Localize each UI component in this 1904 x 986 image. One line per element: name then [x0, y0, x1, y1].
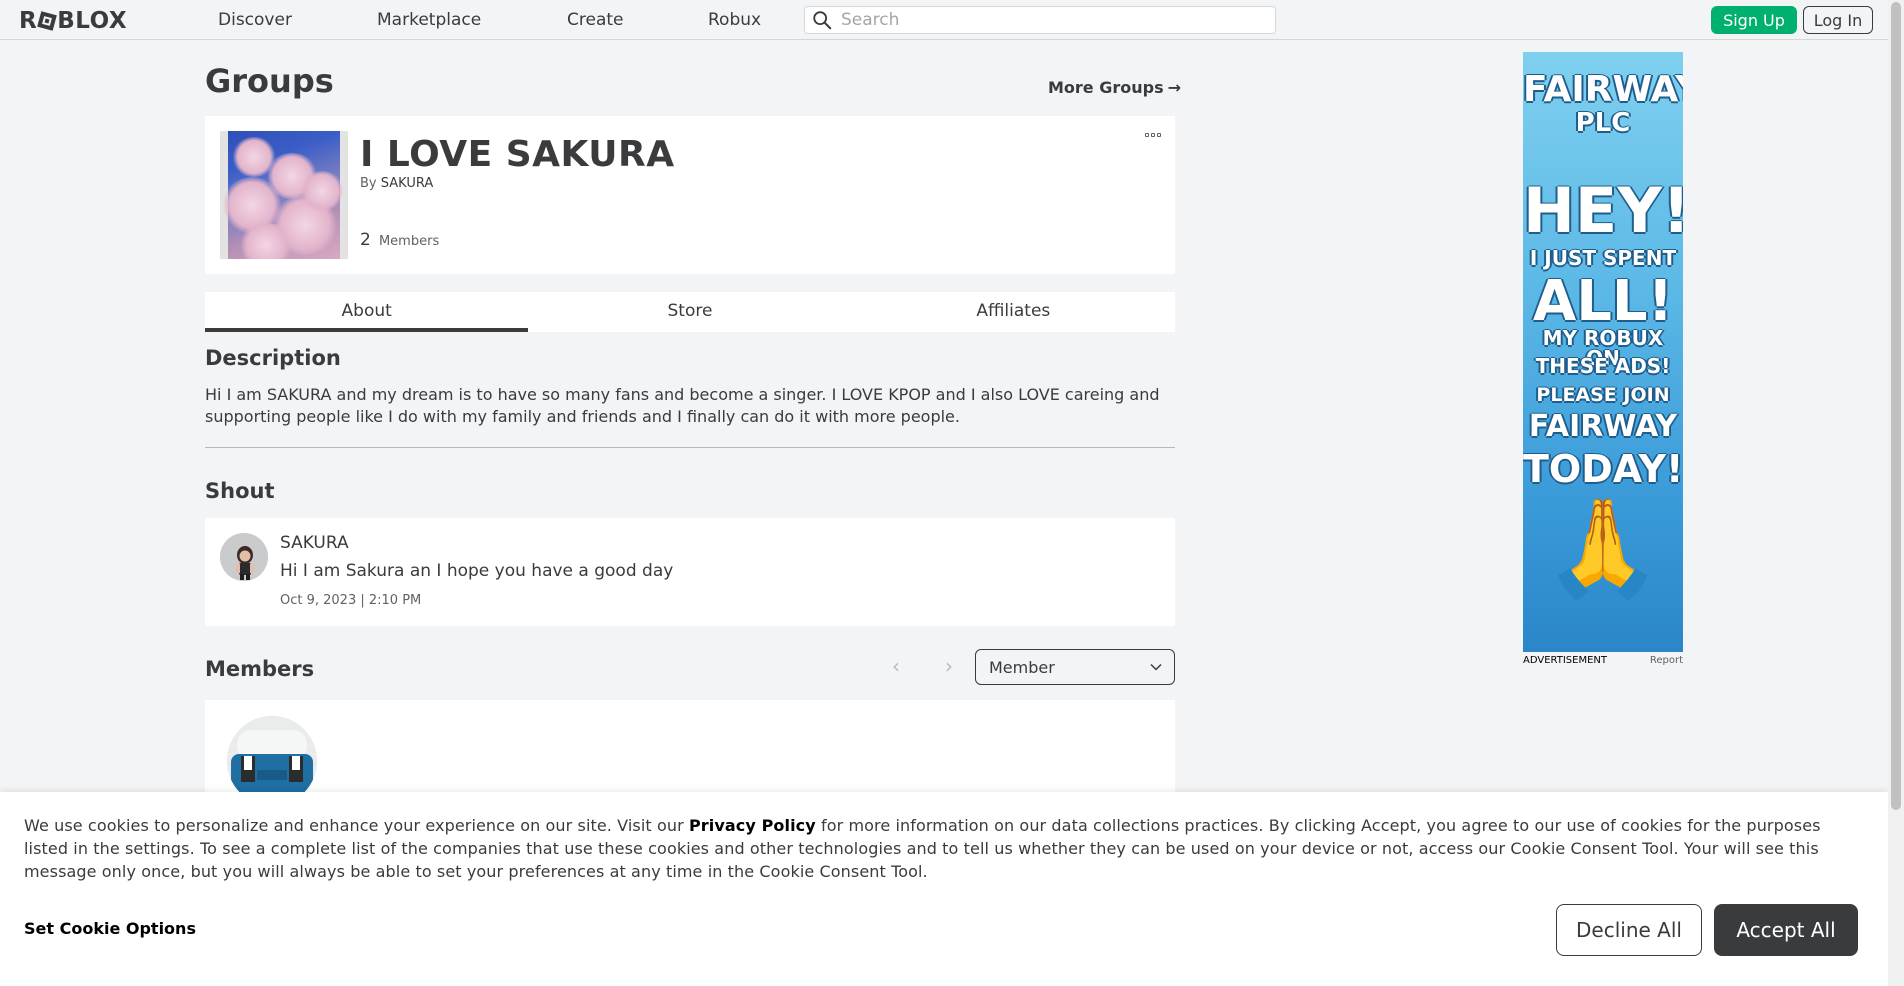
group-emblem-image	[220, 131, 348, 259]
group-header-card: I LOVE SAKURA By SAKURA 2 Members	[205, 116, 1175, 274]
nav-discover[interactable]: Discover	[218, 10, 292, 30]
nav-marketplace[interactable]: Marketplace	[377, 10, 481, 30]
decline-all-button[interactable]: Decline All	[1556, 904, 1702, 956]
cherry-blossom-picture	[222, 131, 344, 259]
nav-robux[interactable]: Robux	[708, 10, 761, 30]
cookie-message: We use cookies to personalize and enhanc…	[24, 814, 1854, 883]
praying-hands-icon: 🙏	[1543, 492, 1663, 604]
top-navigation-bar: R BLOX Discover Marketplace Create Robux…	[0, 0, 1888, 40]
log-in-button[interactable]: Log In	[1803, 6, 1873, 34]
sign-up-button[interactable]: Sign Up	[1711, 6, 1797, 34]
group-owner-line: By SAKURA	[360, 176, 433, 191]
group-description: Hi I am SAKURA and my dream is to have s…	[205, 385, 1160, 426]
shout-card: SAKURA Hi I am Sakura an I hope you have…	[205, 518, 1175, 626]
group-owner-link[interactable]: SAKURA	[381, 176, 433, 191]
chevron-down-icon	[1150, 663, 1162, 671]
by-label: By	[360, 176, 377, 191]
shout-author-name[interactable]: SAKURA	[280, 533, 349, 553]
ad-footer: ADVERTISEMENT Report	[1523, 655, 1683, 666]
cookie-consent-banner: We use cookies to personalize and enhanc…	[0, 792, 1888, 986]
ad-text-line: ALL!	[1532, 269, 1674, 334]
more-groups-label: More Groups	[1048, 78, 1164, 97]
set-cookie-options-link[interactable]: Set Cookie Options	[24, 919, 196, 938]
member-count-number: 2	[360, 230, 371, 250]
tab-store[interactable]: Store	[528, 292, 851, 332]
ad-text-line: THESE ADS!	[1535, 354, 1671, 378]
search-icon	[813, 11, 832, 30]
ad-text-line: PLEASE JOIN	[1536, 384, 1670, 406]
shout-timestamp: Oct 9, 2023 | 2:10 PM	[280, 593, 422, 608]
search-input[interactable]	[841, 10, 1261, 30]
logo-letter-r: R	[19, 8, 38, 34]
ad-text-line: TODAY!	[1523, 447, 1683, 491]
cookie-text-part: We use cookies to personalize and enhanc…	[24, 816, 689, 835]
more-options-icon[interactable]	[1145, 130, 1163, 140]
chevron-right-icon[interactable]: ›	[937, 654, 961, 678]
arrow-right-icon: →	[1167, 78, 1182, 97]
chevron-left-icon[interactable]: ‹	[884, 654, 908, 678]
page-scrollbar[interactable]	[1888, 0, 1904, 986]
page-title: Groups	[205, 62, 334, 100]
accept-all-button[interactable]: Accept All	[1714, 904, 1858, 956]
shout-title: Shout	[205, 479, 275, 503]
tab-affiliates[interactable]: Affiliates	[852, 292, 1175, 332]
logo-letters-blox: BLOX	[57, 8, 128, 34]
shout-author-avatar[interactable]	[220, 533, 268, 581]
search-box[interactable]	[804, 6, 1276, 34]
member-count-label: Members	[378, 234, 440, 249]
advertisement-banner[interactable]: FAIRWAY PLC HEY! I JUST SPENT ALL! MY RO…	[1523, 52, 1683, 652]
description-title: Description	[205, 346, 341, 370]
ad-text-line: FAIRWAY	[1523, 69, 1683, 110]
more-groups-link[interactable]: More Groups →	[1048, 78, 1181, 97]
ad-text-line: FAIRWAY	[1528, 409, 1678, 444]
avatar-figure-icon	[220, 533, 268, 581]
privacy-policy-link[interactable]: Privacy Policy	[689, 816, 816, 835]
scrollbar-thumb[interactable]	[1891, 2, 1901, 810]
group-name: I LOVE SAKURA	[360, 134, 675, 175]
report-ad-link[interactable]: Report	[1650, 655, 1683, 666]
nav-create[interactable]: Create	[567, 10, 624, 30]
members-title: Members	[205, 657, 315, 681]
group-tabs: About Store Affiliates	[205, 292, 1175, 332]
ad-text-line: PLC	[1575, 108, 1631, 138]
member-role-select[interactable]: Member	[975, 649, 1175, 685]
logo-o-icon	[37, 11, 58, 31]
role-select-value: Member	[989, 657, 1055, 677]
tab-about[interactable]: About	[205, 292, 529, 332]
advertisement-label: ADVERTISEMENT	[1523, 655, 1608, 666]
roblox-logo[interactable]: R BLOX	[19, 8, 127, 34]
member-count: 2 Members	[360, 230, 439, 250]
ad-text-line: HEY!	[1523, 174, 1683, 247]
divider	[205, 447, 1175, 448]
ad-text-line: I JUST SPENT	[1529, 246, 1677, 270]
shout-message: Hi I am Sakura an I hope you have a good…	[280, 561, 674, 581]
